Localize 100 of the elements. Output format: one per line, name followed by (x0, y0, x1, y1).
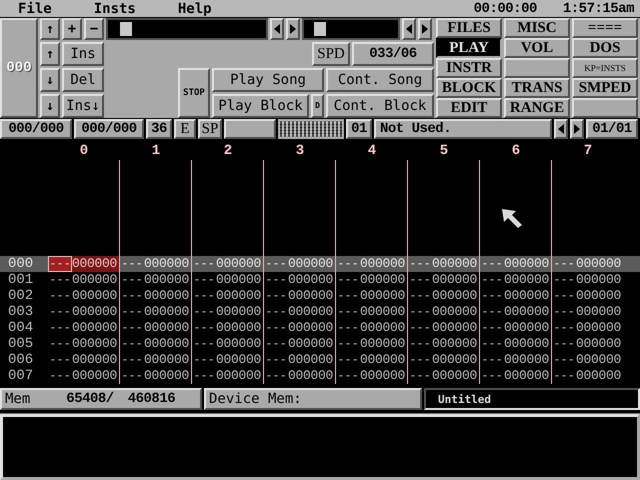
note-cell[interactable]: --- (120, 336, 144, 352)
song-name-field[interactable]: Untitled (424, 388, 640, 410)
command-cell[interactable]: 000000 (504, 304, 551, 320)
slider-thumb[interactable] (314, 22, 326, 36)
mode-button[interactable] (504, 58, 570, 78)
command-cell[interactable]: 000000 (216, 288, 263, 304)
command-cell[interactable]: 000000 (216, 256, 263, 272)
note-cell[interactable]: --- (264, 304, 288, 320)
note-cell[interactable]: --- (552, 368, 576, 384)
position-slider[interactable] (106, 18, 268, 40)
note-cell[interactable]: --- (48, 320, 72, 336)
note-cell[interactable]: --- (552, 304, 576, 320)
note-cell[interactable]: --- (48, 288, 72, 304)
command-cell[interactable]: 000000 (360, 352, 407, 368)
mode-button[interactable] (572, 98, 638, 118)
note-cell[interactable]: --- (336, 368, 360, 384)
mode-button[interactable]: MISC (504, 18, 570, 38)
command-cell[interactable]: 000000 (72, 336, 119, 352)
command-cell[interactable]: 000000 (216, 272, 263, 288)
command-cell[interactable]: 000000 (576, 352, 624, 368)
command-cell[interactable]: 000000 (360, 288, 407, 304)
note-cell[interactable]: --- (408, 272, 432, 288)
speed-button[interactable]: SPD (312, 42, 350, 66)
scroll-left-button[interactable] (270, 18, 284, 40)
command-cell[interactable]: 000000 (432, 304, 479, 320)
command-cell[interactable]: 000000 (144, 272, 191, 288)
mode-button[interactable]: VOL (504, 38, 570, 58)
note-cell[interactable]: --- (552, 256, 576, 272)
mode-button[interactable]: RANGE (504, 98, 570, 118)
scroll-right-button[interactable] (570, 119, 584, 139)
mode-button[interactable]: FILES (436, 18, 502, 38)
play-song-button[interactable]: Play Song (212, 68, 324, 92)
command-cell[interactable]: 000000 (144, 256, 191, 272)
note-cell[interactable]: --- (120, 352, 144, 368)
command-cell[interactable]: 000000 (504, 288, 551, 304)
note-cell[interactable]: --- (480, 304, 504, 320)
command-cell[interactable]: 000000 (576, 256, 624, 272)
mode-button[interactable]: DOS (572, 38, 638, 58)
command-cell[interactable]: 000000 (144, 320, 191, 336)
stop-button[interactable]: STOP (178, 68, 210, 118)
note-cell[interactable]: --- (192, 304, 216, 320)
add-button[interactable]: + (62, 18, 82, 40)
command-cell[interactable]: 000000 (144, 336, 191, 352)
mode-button[interactable]: INSTR (436, 58, 502, 78)
mode-button[interactable]: EDIT (436, 98, 502, 118)
note-cell[interactable]: --- (48, 368, 72, 384)
command-cell[interactable]: 000000 (144, 352, 191, 368)
note-cell[interactable]: --- (408, 288, 432, 304)
note-cell[interactable]: --- (480, 256, 504, 272)
edit-cursor[interactable]: --- (48, 256, 72, 272)
note-cell[interactable]: --- (552, 288, 576, 304)
command-cell[interactable]: 000000 (360, 304, 407, 320)
command-cell[interactable]: 000000 (216, 368, 263, 384)
note-cell[interactable]: --- (552, 352, 576, 368)
menu-item[interactable]: File (18, 0, 52, 16)
command-cell[interactable]: 000000 (576, 272, 624, 288)
nav-button[interactable]: ↓ (40, 94, 60, 118)
note-cell[interactable]: --- (408, 256, 432, 272)
command-cell[interactable]: 000000 (360, 320, 407, 336)
note-cell[interactable]: --- (480, 368, 504, 384)
note-cell[interactable]: --- (336, 304, 360, 320)
command-cell[interactable]: 000000 (72, 368, 119, 384)
command-cell[interactable]: 000000 (360, 272, 407, 288)
slider-thumb[interactable] (120, 22, 132, 36)
nav-button[interactable]: ↓ (40, 68, 60, 92)
sp-toggle[interactable]: SP (198, 119, 222, 139)
note-cell[interactable]: --- (120, 288, 144, 304)
mode-button[interactable]: ==== (572, 18, 638, 38)
scroll-left-button[interactable] (554, 119, 568, 139)
note-cell[interactable]: --- (48, 304, 72, 320)
d-button[interactable]: D (311, 94, 324, 118)
note-cell[interactable]: --- (192, 352, 216, 368)
command-cell[interactable]: 000000 (576, 368, 624, 384)
note-cell[interactable]: --- (408, 352, 432, 368)
note-cell[interactable]: --- (120, 304, 144, 320)
note-cell[interactable]: --- (336, 320, 360, 336)
nav-button[interactable]: ↑ (40, 42, 60, 66)
command-cell[interactable]: 000000 (288, 320, 335, 336)
mode-button[interactable]: TRANS (504, 78, 570, 98)
command-cell[interactable]: 000000 (576, 336, 624, 352)
command-cell[interactable]: 000000 (432, 352, 479, 368)
note-cell[interactable]: --- (120, 272, 144, 288)
note-cell[interactable]: --- (336, 272, 360, 288)
command-cell[interactable]: 000000 (288, 304, 335, 320)
command-cell[interactable]: 000000 (504, 368, 551, 384)
scroll-right-button[interactable] (418, 18, 432, 40)
command-cell[interactable]: 000000 (72, 288, 119, 304)
command-cell[interactable]: 000000 (360, 368, 407, 384)
continue-block-button[interactable]: Cont. Block (326, 94, 434, 118)
note-cell[interactable]: --- (264, 368, 288, 384)
note-cell[interactable]: --- (264, 336, 288, 352)
note-cell[interactable]: --- (408, 304, 432, 320)
note-cell[interactable]: --- (408, 336, 432, 352)
command-cell[interactable]: 000000 (360, 336, 407, 352)
note-cell[interactable]: --- (192, 336, 216, 352)
command-cell[interactable]: 000000 (432, 272, 479, 288)
edit-toggle[interactable]: E (174, 119, 196, 139)
note-cell[interactable]: --- (48, 272, 72, 288)
command-cell[interactable]: 000000 (360, 256, 407, 272)
command-cell[interactable]: 000000 (576, 304, 624, 320)
